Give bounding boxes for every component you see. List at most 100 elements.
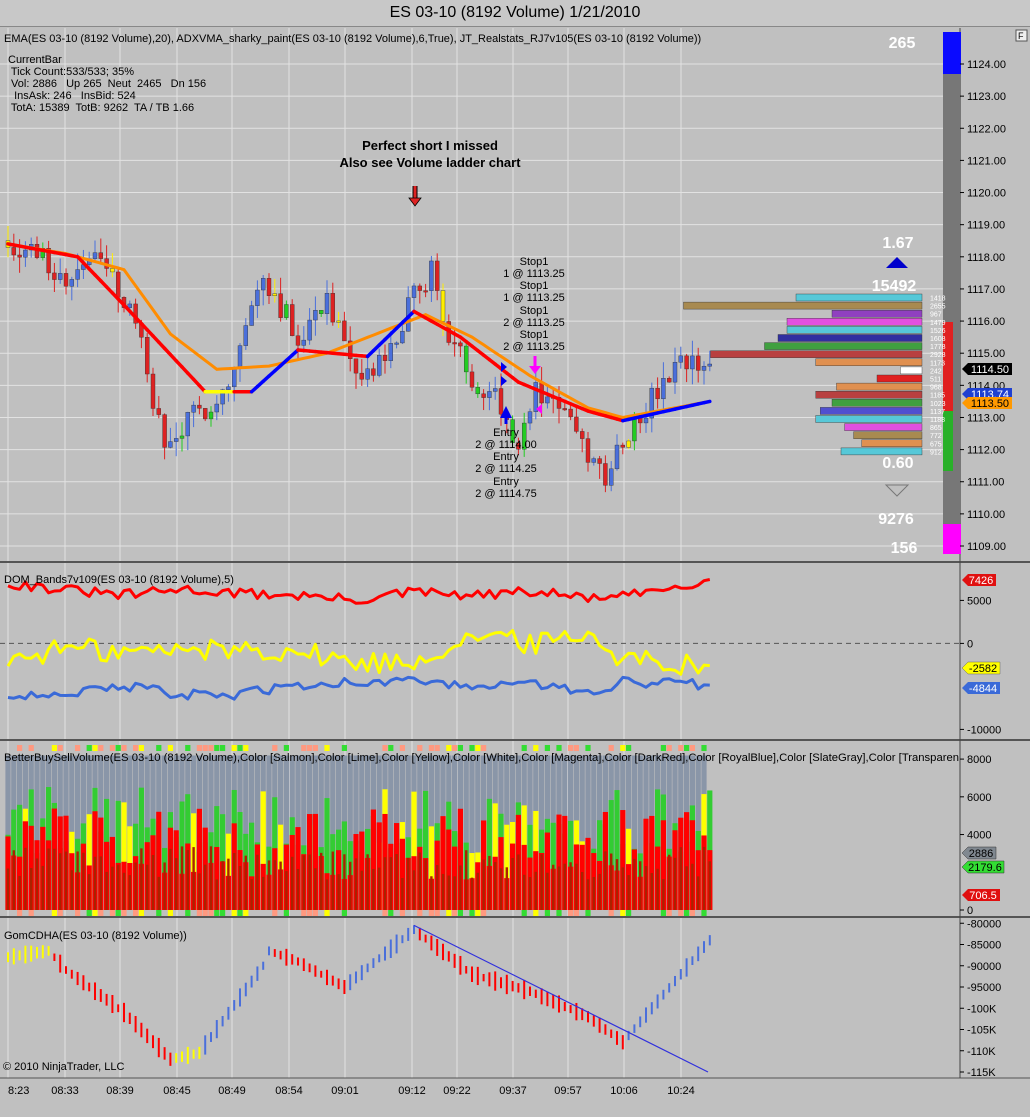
annotation-line1: Perfect short I missed: [362, 138, 498, 153]
bbsv-delta-bar: [621, 867, 624, 910]
bbsv-bottom-marker: [689, 910, 695, 916]
bbsv-delta-bar: [546, 872, 549, 910]
time-axis-label: 09:37: [499, 1085, 527, 1097]
ladder-label: 1526: [930, 328, 946, 335]
bbsv-delta-bar: [633, 858, 636, 910]
ladder-bar: [900, 366, 923, 375]
bbsv-bottom-marker: [428, 910, 434, 916]
price-candle: [678, 355, 683, 363]
bbsv-delta-bar: [639, 861, 642, 910]
time-axis-label: 09:01: [331, 1085, 359, 1097]
bbsv-delta-bar: [250, 879, 253, 910]
bbsv-bottom-marker: [312, 910, 318, 916]
bbsv-top-marker: [457, 745, 463, 751]
price-candle: [249, 305, 254, 326]
bbsv-delta-bar: [30, 868, 33, 910]
price-candle: [307, 319, 312, 341]
bbsv-delta-bar: [262, 876, 265, 910]
ladder-label: 1188: [930, 417, 945, 424]
bbsv-bottom-marker: [51, 910, 57, 916]
bbsv-delta-bar: [482, 859, 485, 910]
dom-axis-label: 5000: [967, 595, 991, 607]
bbsv-axis-label: 4000: [967, 830, 991, 842]
bbsv-top-marker: [573, 745, 579, 751]
price-candle: [672, 361, 678, 383]
bbsv-delta-bar: [360, 870, 363, 910]
gomcd-panel[interactable]: [0, 919, 960, 1077]
bbsv-delta-bar: [523, 874, 526, 910]
bbsv-delta-bar: [267, 860, 271, 910]
dom-panel[interactable]: [0, 564, 960, 738]
bbsv-delta-bar: [662, 879, 665, 910]
entry-label: Entry: [493, 476, 519, 488]
bbsv-bottom-marker: [568, 910, 574, 916]
svg-text:2179.6: 2179.6: [968, 862, 1002, 874]
price-axis-label: 1116.00: [967, 316, 1005, 328]
bbsv-delta-bar: [534, 871, 537, 910]
bbsv-delta-bar: [528, 877, 532, 910]
ladder-bar: [840, 447, 923, 456]
bbsv-delta-bar: [64, 851, 68, 910]
bbsv-delta-bar: [378, 867, 381, 910]
ladder-bar: [795, 293, 923, 302]
price-axis-label: 1115.00: [967, 348, 1005, 360]
price-axis-label: 1110.00: [967, 509, 1005, 521]
bbsv-delta-bar: [117, 864, 120, 910]
price-candle: [481, 393, 486, 398]
bbsv-top-marker: [608, 745, 614, 751]
bbsv-top-marker: [231, 745, 237, 751]
stop-label: 2 @ 1113.25: [503, 341, 565, 353]
bbsv-delta-bar: [337, 874, 340, 910]
bbsv-bottom-marker: [156, 910, 162, 916]
ladder-label: 772: [930, 433, 942, 440]
gomcd-indicator-label: GomCDHA(ES 03-10 (8192 Volume)): [4, 930, 187, 942]
bbsv-delta-bar: [505, 867, 508, 910]
bbsv-top-marker: [196, 745, 202, 751]
dom-axis-label: -10000: [967, 724, 1001, 736]
bbsv-bottom-marker: [388, 910, 394, 916]
price-candle: [63, 273, 69, 287]
bbsv-delta-bar: [673, 857, 677, 910]
price-candle: [168, 441, 173, 448]
bbsv-delta-bar: [598, 873, 601, 910]
bbsv-top-marker: [620, 745, 626, 751]
bbsv-delta-bar: [354, 858, 358, 910]
ladder-label: 1173: [930, 360, 945, 367]
bbsv-bottom-marker: [434, 910, 440, 916]
bbsv-delta-bar: [418, 852, 421, 910]
ladder-bar: [815, 358, 923, 366]
bbsv-top-marker: [167, 745, 173, 751]
currentbar-line: Vol: 2886 Up 265 Neut 2465 Dn 156: [8, 78, 206, 90]
bbsv-delta-bar: [163, 862, 166, 910]
price-candle: [603, 463, 608, 486]
price-candle: [156, 408, 162, 415]
entry-label: Entry: [493, 427, 519, 439]
price-candle: [98, 252, 104, 259]
bbsv-bottom-marker: [475, 910, 481, 916]
bbsv-delta-bar: [650, 873, 653, 910]
bbsv-bottom-marker: [585, 910, 591, 916]
price-candle: [290, 304, 295, 336]
price-candle: [620, 444, 625, 448]
gomcd-axis-label: -115K: [967, 1067, 996, 1079]
annotation-line2: Also see Volume ladder chart: [339, 155, 521, 170]
ladder-bar: [820, 407, 923, 415]
bbsv-delta-bar: [18, 875, 21, 910]
bbsv-bottom-marker: [417, 910, 423, 916]
currentbar-line: Tick Count:533/533; 35%: [8, 66, 134, 78]
bbsv-bottom-marker: [324, 910, 330, 916]
bbsv-delta-bar: [325, 879, 329, 910]
bbsv-top-marker: [243, 745, 249, 751]
bbsv-delta-bar: [668, 854, 671, 910]
bbsv-delta-bar: [59, 853, 62, 910]
ladder-bar: [683, 301, 923, 310]
bbsv-delta-bar: [24, 847, 27, 910]
time-axis-label: 08:39: [106, 1085, 134, 1097]
chart-canvas[interactable]: 265 1.67 15492 0.60 9276 156 14182655967…: [0, 26, 1030, 1117]
last-price-badge: 1114.50: [962, 363, 1012, 376]
price-candle: [110, 268, 115, 273]
ladder-label: 968: [930, 385, 942, 392]
bbsv-top-marker: [689, 745, 695, 751]
bbsv-delta-bar: [697, 876, 700, 910]
ladder-label: 1418: [930, 296, 946, 303]
